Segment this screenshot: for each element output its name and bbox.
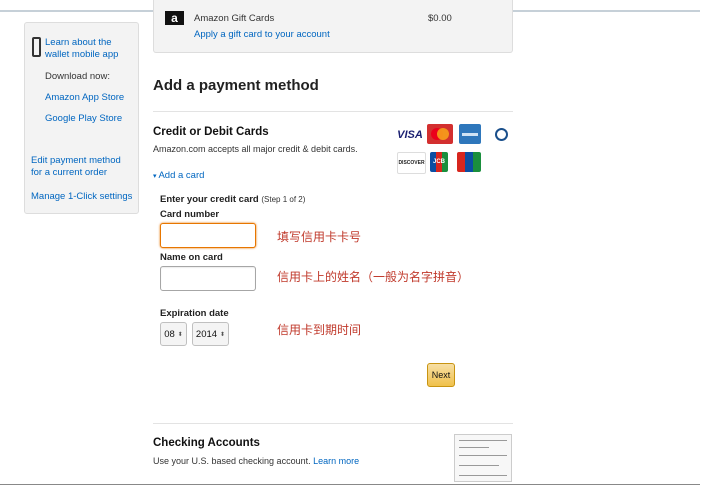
phone-icon bbox=[32, 37, 41, 57]
name-on-card-annotation: 信用卡上的姓名（一般为名字拼音） bbox=[277, 270, 470, 284]
download-label: Download now: bbox=[45, 71, 110, 82]
diners-club-logo-icon bbox=[490, 124, 512, 144]
next-button[interactable]: Next bbox=[427, 363, 455, 387]
learn-more-link[interactable]: Learn more bbox=[313, 456, 359, 466]
checking-accounts-title: Checking Accounts bbox=[153, 437, 260, 449]
discover-logo-icon: DISCOVER bbox=[397, 152, 426, 174]
name-on-card-input[interactable] bbox=[160, 266, 256, 291]
credit-cards-title: Credit or Debit Cards bbox=[153, 126, 269, 138]
step-heading: Enter your credit card (Step 1 of 2) bbox=[160, 194, 305, 205]
amex-logo-icon bbox=[459, 124, 481, 144]
name-on-card-label: Name on card bbox=[160, 252, 223, 263]
select-arrows-icon: ⬍ bbox=[220, 331, 226, 338]
expiration-year-select[interactable]: 2014 ⬍ bbox=[192, 322, 229, 346]
divider bbox=[153, 423, 513, 424]
gift-card-amount: $0.00 bbox=[428, 13, 452, 24]
mastercard-logo-icon bbox=[427, 124, 453, 144]
expiration-date-label: Expiration date bbox=[160, 308, 229, 319]
amazon-app-store-link[interactable]: Amazon App Store bbox=[45, 92, 124, 104]
manage-1-click-link[interactable]: Manage 1-Click settings bbox=[31, 191, 132, 203]
card-number-input[interactable] bbox=[160, 223, 256, 248]
checking-accounts-subtitle: Use your U.S. based checking account. Le… bbox=[153, 456, 359, 466]
step-title: Enter your credit card bbox=[160, 194, 259, 205]
divider bbox=[153, 111, 513, 112]
card-number-label: Card number bbox=[160, 209, 220, 220]
add-card-label: Add a card bbox=[158, 170, 205, 181]
expiration-annotation: 信用卡到期时间 bbox=[277, 323, 362, 337]
unionpay-logo-icon bbox=[457, 152, 481, 172]
page-title: Add a payment method bbox=[153, 77, 319, 94]
amazon-logo-icon: a bbox=[165, 11, 184, 25]
jcb-logo-icon: JCB bbox=[430, 152, 448, 172]
google-play-store-link[interactable]: Google Play Store bbox=[45, 113, 122, 125]
step-note: (Step 1 of 2) bbox=[261, 195, 306, 204]
expiration-month-value: 08 bbox=[164, 328, 175, 340]
edit-payment-method-link[interactable]: Edit payment method for a current order bbox=[31, 155, 131, 179]
gift-card-title: Amazon Gift Cards bbox=[194, 13, 275, 24]
add-card-link[interactable]: ▾ Add a card bbox=[153, 170, 204, 181]
card-number-annotation: 填写信用卡卡号 bbox=[277, 230, 362, 244]
expiration-month-select[interactable]: 08 ⬍ bbox=[160, 322, 187, 346]
expiration-year-value: 2014 bbox=[195, 328, 218, 340]
apply-gift-card-link[interactable]: Apply a gift card to your account bbox=[194, 29, 330, 40]
checking-subtitle-text: Use your U.S. based checking account. bbox=[153, 456, 311, 466]
select-arrows-icon: ⬍ bbox=[177, 331, 183, 338]
credit-cards-subtitle: Amazon.com accepts all major credit & de… bbox=[153, 144, 358, 154]
check-image bbox=[454, 434, 512, 482]
gift-card-box: a Amazon Gift Cards $0.00 Apply a gift c… bbox=[153, 0, 513, 53]
wallet-app-link[interactable]: Learn about the wallet mobile app bbox=[45, 37, 137, 61]
bottom-divider bbox=[0, 484, 700, 485]
visa-logo-icon: VISA bbox=[397, 129, 423, 141]
sidebar: Learn about the wallet mobile app Downlo… bbox=[24, 22, 139, 214]
